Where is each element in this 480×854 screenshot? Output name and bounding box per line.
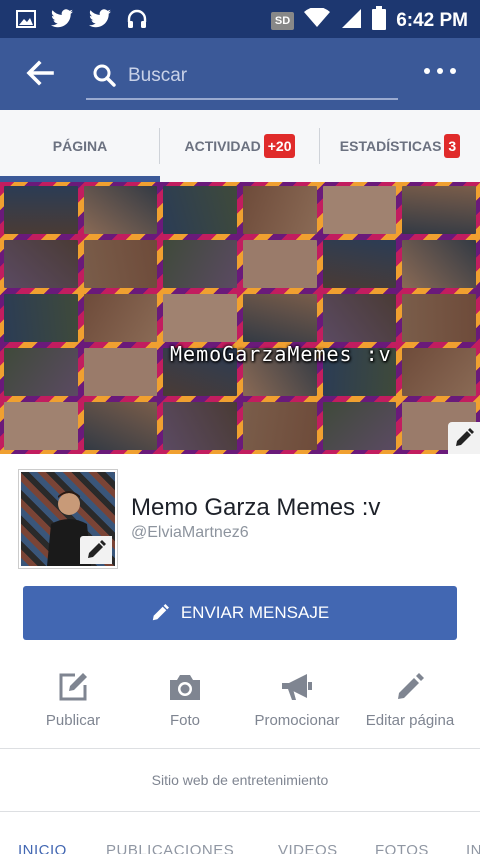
twitter-icon <box>50 9 74 34</box>
cover-photo-tile <box>242 186 317 234</box>
image-icon <box>16 9 36 34</box>
cover-photo-tile <box>242 402 317 450</box>
cover-photo-tile <box>402 348 476 396</box>
cover-photo-tile <box>322 240 397 288</box>
clock: 6:42 PM <box>396 9 468 31</box>
sd-card-icon: SD <box>270 11 295 30</box>
edit-profile-picture-button[interactable] <box>80 536 112 564</box>
action-label: Editar página <box>365 712 455 729</box>
cover-photo-tile <box>4 240 78 288</box>
cover-photo-tile <box>83 348 158 396</box>
cover-photo-tile <box>163 240 237 288</box>
compose-icon <box>57 666 89 708</box>
action-label: Foto <box>169 712 200 729</box>
action-label: Promocionar <box>254 712 340 729</box>
cover-photo-tile <box>322 402 397 450</box>
twitter-icon <box>88 9 112 34</box>
battery-icon <box>372 6 387 35</box>
cover-photo-tile <box>4 348 78 396</box>
page-username: @ElviaMartnez6 <box>131 524 249 541</box>
cover-photo-tile <box>83 240 158 288</box>
tab-actividad[interactable]: ACTIVIDAD +20 <box>160 110 320 182</box>
cover-collage <box>0 182 480 454</box>
app-bar <box>0 38 480 110</box>
megaphone-icon <box>280 666 314 708</box>
action-label: Publicar <box>45 712 101 729</box>
tab-fotos[interactable]: FOTOS <box>375 842 429 854</box>
more-options-icon[interactable] <box>424 68 456 74</box>
headphones-icon <box>126 8 148 35</box>
send-message-label: ENVIAR MENSAJE <box>180 603 330 622</box>
page-actions: Publicar Foto Promocionar Editar página <box>0 660 480 749</box>
cover-photo[interactable]: MemoGarzaMemes :v <box>0 182 480 454</box>
cover-photo-tile <box>4 294 78 342</box>
tab-more[interactable]: IN <box>466 842 480 854</box>
tab-videos[interactable]: VIDEOS <box>278 842 338 854</box>
tab-label: ACTIVIDAD <box>184 138 261 154</box>
search-bar[interactable] <box>86 54 398 100</box>
tab-estadisticas[interactable]: ESTADÍSTICAS 3 <box>320 110 480 182</box>
back-arrow-icon[interactable] <box>24 58 58 88</box>
cover-photo-tile <box>242 240 317 288</box>
cover-photo-tile <box>83 402 158 450</box>
cover-photo-tile <box>163 402 237 450</box>
tab-pagina[interactable]: PÁGINA <box>0 110 160 182</box>
cover-photo-tile <box>4 402 78 450</box>
pencil-icon <box>88 540 106 558</box>
tab-label: PÁGINA <box>52 138 108 154</box>
photo-button[interactable]: Foto <box>125 660 245 748</box>
cover-photo-tile <box>322 294 397 342</box>
notification-badge: +20 <box>263 134 296 158</box>
edit-page-button[interactable]: Editar página <box>350 660 470 748</box>
tab-label: ESTADÍSTICAS <box>339 138 442 154</box>
pencil-icon <box>395 666 425 708</box>
page-tabs: PÁGINA ACTIVIDAD +20 ESTADÍSTICAS 3 <box>0 110 480 183</box>
status-bar: SD 6:42 PM <box>0 0 480 38</box>
signal-icon <box>340 7 362 34</box>
search-icon <box>92 63 116 92</box>
cover-photo-tile <box>242 294 317 342</box>
cover-photo-tile <box>402 294 476 342</box>
page-category: Sitio web de entretenimiento <box>0 749 480 812</box>
edit-cover-button[interactable] <box>448 422 480 454</box>
cover-caption: MemoGarzaMemes :v <box>170 342 392 366</box>
pencil-icon <box>152 604 169 621</box>
cover-photo-tile <box>4 186 78 234</box>
publish-button[interactable]: Publicar <box>13 660 133 748</box>
send-message-button[interactable]: ENVIAR MENSAJE <box>23 586 457 640</box>
cover-photo-tile <box>83 294 158 342</box>
cover-photo-tile <box>322 186 397 234</box>
cover-photo-tile <box>83 186 158 234</box>
pencil-icon <box>456 428 474 446</box>
cover-photo-tile <box>163 294 237 342</box>
tab-publicaciones[interactable]: PUBLICACIONES <box>106 842 234 854</box>
cover-photo-tile <box>163 186 237 234</box>
tab-inicio[interactable]: INICIO <box>18 842 67 854</box>
camera-icon <box>168 666 202 708</box>
section-tabs: INICIO PUBLICACIONES VIDEOS FOTOS IN <box>0 812 480 854</box>
cover-photo-tile <box>402 186 476 234</box>
wifi-icon <box>304 6 331 33</box>
search-input[interactable] <box>126 60 390 92</box>
cover-photo-tile <box>402 240 476 288</box>
notification-badge: 3 <box>444 134 461 158</box>
promote-button[interactable]: Promocionar <box>237 660 357 748</box>
page-title: Memo Garza Memes :v <box>131 494 381 521</box>
